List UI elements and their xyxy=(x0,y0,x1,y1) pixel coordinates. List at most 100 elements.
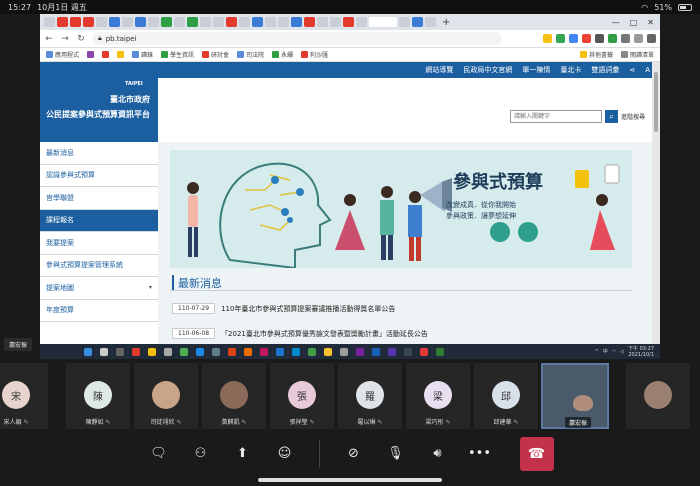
participant-tile[interactable]: 司徒翊欣 ✎ xyxy=(134,363,198,429)
participant-tile[interactable]: 黃麒凱 ✎ xyxy=(202,363,266,429)
settings-icon[interactable] xyxy=(164,347,172,356)
browser-tab[interactable] xyxy=(278,17,289,27)
participant-tile[interactable]: 羅 羅以琳 ✎ xyxy=(338,363,402,429)
news-item[interactable]: 110-06-08 「2021臺北市參與式預算優秀論文發表暨獎勵計畫」活動延長公… xyxy=(172,328,428,339)
browser-tab[interactable] xyxy=(226,17,237,27)
puzzle-icon[interactable] xyxy=(621,34,630,43)
search-icon[interactable]: ⌕ xyxy=(605,110,618,123)
browser-tab[interactable] xyxy=(239,17,250,27)
browser-tab[interactable] xyxy=(412,17,423,27)
volume-icon[interactable]: ◁ xyxy=(620,349,624,355)
participant-tile[interactable] xyxy=(626,363,690,429)
extension-icon[interactable] xyxy=(569,34,578,43)
app-icon[interactable] xyxy=(356,347,364,356)
new-tab-button[interactable]: + xyxy=(442,17,450,28)
browser-tab[interactable] xyxy=(399,17,410,27)
bookmark-item[interactable] xyxy=(87,51,95,58)
browser-tab[interactable] xyxy=(135,17,146,27)
site-search-input[interactable] xyxy=(510,110,602,123)
browser-tab[interactable] xyxy=(265,17,276,27)
taskview-icon[interactable] xyxy=(116,347,124,356)
app-icon[interactable] xyxy=(212,347,220,356)
browser-tab[interactable] xyxy=(356,17,367,27)
browser-tab[interactable] xyxy=(187,17,198,27)
sidebar-item-budget[interactable]: 年度預算 xyxy=(40,300,158,322)
firefox-icon[interactable] xyxy=(244,347,252,356)
excel-icon[interactable] xyxy=(436,347,444,356)
speaker-icon[interactable]: 🔊︎ xyxy=(426,442,450,466)
bookmark-item[interactable]: 閱讀清單 xyxy=(620,50,654,59)
profile-icon[interactable] xyxy=(634,34,643,43)
app-icon[interactable] xyxy=(404,347,412,356)
line-icon[interactable] xyxy=(308,347,316,356)
browser-tab[interactable] xyxy=(161,17,172,27)
participant-tile[interactable]: 陳 陳靜如 ✎ xyxy=(66,363,130,429)
browser-tab[interactable] xyxy=(213,17,224,27)
bookmark-item[interactable]: 學生資訊 xyxy=(161,50,194,59)
topnav-petition[interactable]: 單一陳情 xyxy=(522,65,550,75)
camera-off-icon[interactable]: ⊘ xyxy=(342,442,366,466)
sidebar-item-alliance[interactable]: 官學聯盟 xyxy=(40,187,158,210)
participant-tile[interactable]: 宋 宋人穎 ✎ xyxy=(0,363,48,429)
bookmark-item[interactable]: 應用程式 xyxy=(46,50,79,59)
app-icon[interactable] xyxy=(260,347,268,356)
bookmark-item[interactable]: 研討會 xyxy=(202,50,229,59)
topnav-sitemap[interactable]: 網站導覽 xyxy=(425,65,453,75)
more-options-icon[interactable]: ••• xyxy=(468,442,492,466)
browser-tab[interactable] xyxy=(200,17,211,27)
browser-tab[interactable] xyxy=(330,17,341,27)
maximize-icon[interactable]: □ xyxy=(630,18,638,27)
sidebar-item-news[interactable]: 最新消息 xyxy=(40,142,158,165)
hero-banner[interactable]: 參與式預算 改變成真．從你我開始 參與政策．讓夢想延伸 xyxy=(170,150,632,268)
sidebar-item-map[interactable]: 提案地圖 ▾ xyxy=(40,277,158,300)
bookmark-item[interactable]: 其他書籤 xyxy=(579,50,613,59)
sidebar-item-management[interactable]: 參與式預算提案管理系統 xyxy=(40,255,158,277)
bookmark-item[interactable] xyxy=(117,51,125,58)
extension-icon[interactable] xyxy=(582,34,591,43)
sidebar-item-courses[interactable]: 課程報名 xyxy=(40,209,158,232)
app-icon[interactable] xyxy=(324,347,332,356)
word-icon[interactable] xyxy=(372,347,380,356)
sidebar-item-about[interactable]: 認識參與式預算 xyxy=(40,165,158,187)
app-icon[interactable] xyxy=(132,347,140,356)
chrome-icon[interactable] xyxy=(180,347,188,356)
page-scrollbar[interactable] xyxy=(652,62,660,344)
news-item[interactable]: 110-07-29 110年臺北市參與式預算提案審議推播活動得獎名單公告 xyxy=(172,303,395,314)
participant-tile[interactable]: 梁 梁巧彤 ✎ xyxy=(406,363,470,429)
topnav-taipei-card[interactable]: 臺北卡 xyxy=(560,65,581,75)
browser-tab[interactable] xyxy=(122,17,133,27)
browser-tab[interactable] xyxy=(96,17,107,27)
advanced-search-link[interactable]: 進階搜尋 xyxy=(621,112,645,121)
bookmark-item[interactable] xyxy=(102,51,110,58)
wifi-icon[interactable]: ◠ xyxy=(612,349,616,355)
font-size-toggle[interactable]: A xyxy=(645,66,650,74)
share-screen-icon[interactable]: ⬆ xyxy=(231,442,255,466)
minimize-icon[interactable]: — xyxy=(612,18,620,27)
home-indicator[interactable] xyxy=(258,478,442,482)
chat-icon[interactable]: 🗨︎ xyxy=(147,442,171,466)
app-icon[interactable] xyxy=(292,347,300,356)
topnav-glossary[interactable]: 雙語詞彙 xyxy=(591,65,619,75)
teams-icon[interactable] xyxy=(388,347,396,356)
browser-tab[interactable] xyxy=(109,17,120,27)
url-input[interactable]: 🔒︎ pb.taipei xyxy=(92,32,502,45)
browser-tab[interactable] xyxy=(174,17,185,27)
bookmark-item[interactable]: 永續 xyxy=(272,50,293,59)
back-icon[interactable]: ← xyxy=(44,34,54,44)
browser-tab[interactable] xyxy=(148,17,159,27)
app-icon[interactable] xyxy=(420,347,428,356)
extension-icon[interactable] xyxy=(608,34,617,43)
browser-tab[interactable] xyxy=(83,17,94,27)
browser-tab[interactable] xyxy=(317,17,328,27)
bookmark-item[interactable]: 讀錄 xyxy=(132,50,153,59)
browser-tab-active[interactable] xyxy=(369,17,397,27)
chevron-up-icon[interactable]: ^ xyxy=(595,349,599,355)
app-icon[interactable] xyxy=(228,347,236,356)
browser-tab[interactable] xyxy=(291,17,302,27)
folder-icon[interactable] xyxy=(148,347,156,356)
browser-tab[interactable] xyxy=(44,17,55,27)
forward-icon[interactable]: → xyxy=(60,34,70,44)
bookmark-item[interactable]: 利沙匯 xyxy=(301,50,328,59)
share-icon[interactable]: ⋖ xyxy=(629,66,635,74)
reactions-icon[interactable]: ☺ xyxy=(273,442,297,466)
